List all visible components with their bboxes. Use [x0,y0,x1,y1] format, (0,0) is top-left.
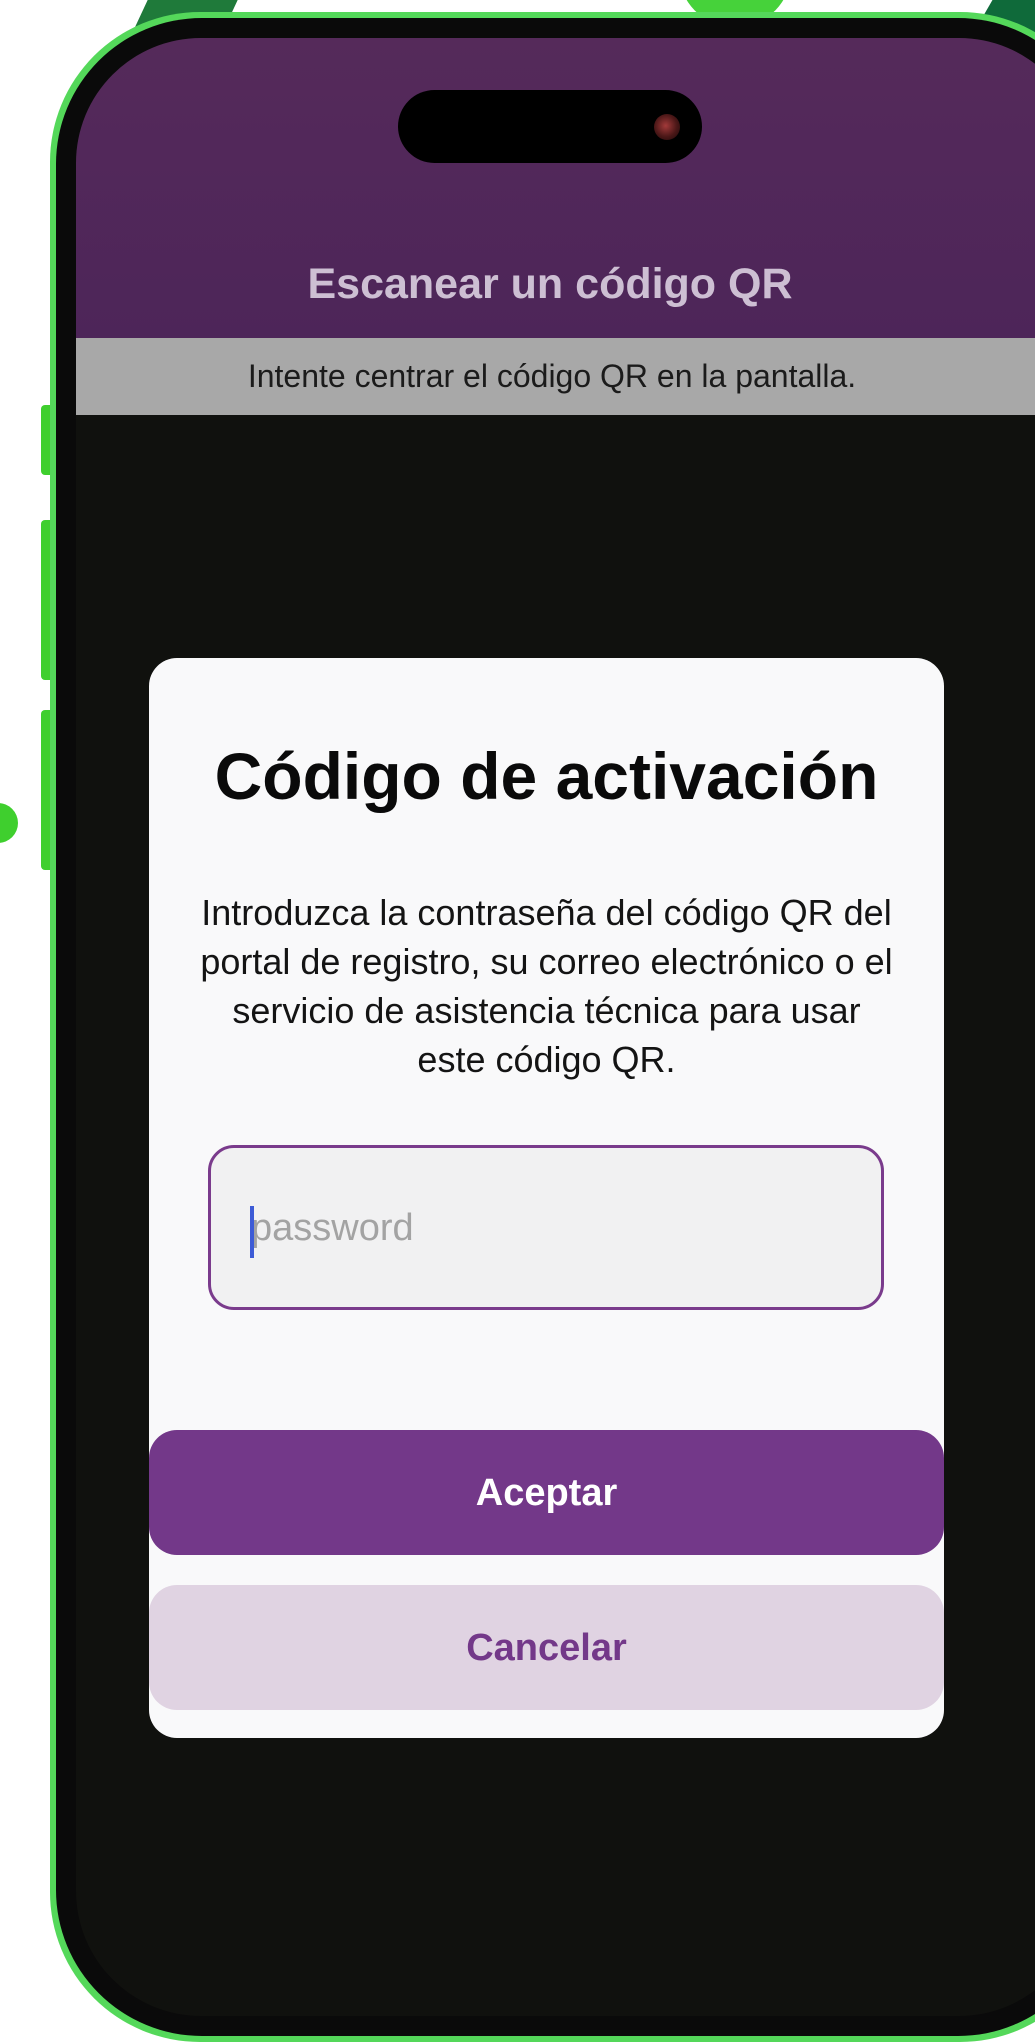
camera-icon [654,114,680,140]
password-field[interactable] [208,1145,884,1310]
phone-bezel: Escanear un código QR Intente centrar el… [56,18,1035,2036]
activation-code-dialog: Código de activación Introduzca la contr… [149,658,944,1738]
phone-screen: Escanear un código QR Intente centrar el… [76,38,1035,2016]
background-dot [0,803,18,843]
text-cursor [250,1206,254,1258]
dialog-title: Código de activación [214,739,879,813]
scan-hint-banner: Intente centrar el código QR en la panta… [76,338,1035,415]
password-input[interactable] [251,1188,851,1268]
phone-frame: Escanear un código QR Intente centrar el… [50,12,1035,2042]
dynamic-island [398,90,702,163]
accept-button[interactable]: Aceptar [149,1430,944,1555]
app-bar: Escanear un código QR [76,38,1035,338]
page-title: Escanear un código QR [307,260,793,308]
cancel-button[interactable]: Cancelar [149,1585,944,1710]
dialog-message: Introduzca la contraseña del código QR d… [200,892,893,1080]
screenshot-stage: Escanear un código QR Intente centrar el… [0,0,1035,2043]
